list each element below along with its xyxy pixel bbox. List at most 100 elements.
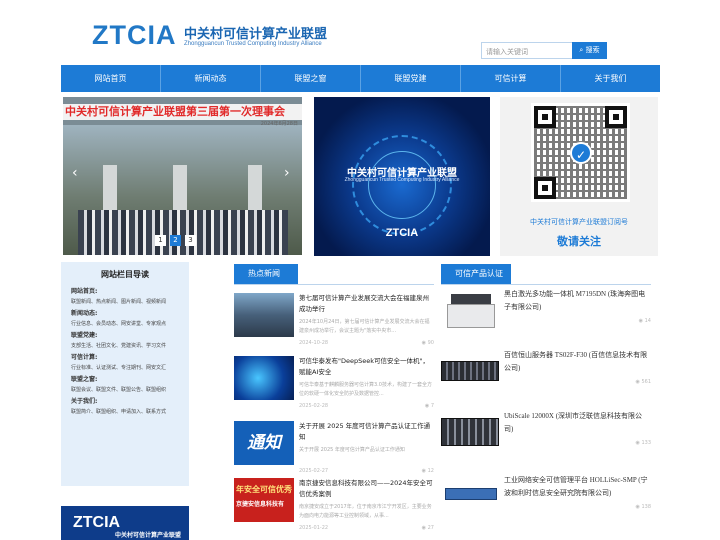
- footer-logo-mark: ZTCIA: [73, 514, 121, 531]
- news-title[interactable]: 南京捷安信息科技有限公司——2024年安全可信优秀案例: [299, 478, 434, 500]
- news-date: 2025-02-28: [299, 403, 329, 409]
- carousel-prev-icon[interactable]: ‹: [72, 165, 78, 181]
- eye-icon: ◉: [635, 379, 640, 385]
- view-count: ◉ 90: [421, 340, 434, 346]
- product-item[interactable]: 工业网络安全可信管理平台 HOLLiSec-SMP (宁波和利时信息安全研究院有…: [441, 474, 651, 532]
- eye-icon: ◉: [421, 468, 427, 474]
- product-cert-heading[interactable]: 可信产品认证: [441, 264, 511, 284]
- news-desc: 2024年10月24日，第七届可信计算产业发展交流大会在福建泉州成功举行，会议主…: [299, 319, 430, 334]
- hot-news-heading[interactable]: 热点新闻: [234, 264, 298, 284]
- server-image: [441, 349, 499, 393]
- news-date: 2025-01-22: [299, 525, 329, 531]
- view-count: ◉ 27: [421, 525, 434, 531]
- site-logo[interactable]: ZTCIA 中关村可信计算产业联盟 Zhongguancun Trusted C…: [92, 18, 342, 54]
- eye-icon: ◉: [638, 318, 644, 324]
- banner-date: 2024年6月28日: [260, 121, 298, 127]
- logo-en-name: Zhongguancun Trusted Computing Industry …: [184, 41, 322, 47]
- guide-section-links[interactable]: 联盟会议、联盟文件、联盟公告、联盟组织: [71, 383, 189, 394]
- guide-section-links[interactable]: 联盟简介、联盟组织、申请加入、联系方式: [71, 405, 189, 416]
- news-thumb: 年安全可信优秀 京捷安信息科技有: [234, 478, 294, 522]
- product-title[interactable]: 工业网络安全可信管理平台 HOLLiSec-SMP (宁波和利时信息安全研究院有…: [504, 474, 651, 500]
- view-count: ◉ 7: [424, 403, 434, 409]
- product-item[interactable]: 百信恒山服务器 TS02F-F30 (百信信息技术有限公司) ◉ 561: [441, 349, 651, 407]
- eye-icon: ◉: [421, 340, 427, 346]
- nav-item-trusted-computing[interactable]: 可信计算: [461, 65, 561, 92]
- footer-logo-cn: 中关村可信计算产业联盟: [115, 532, 182, 539]
- news-item[interactable]: 可信华泰发布"DeepSeek可信安全一体机"，赋能AI安全 可信华泰基于麒麟服…: [234, 356, 434, 411]
- main-nav: 网站首页 新闻动态 联盟之窗 联盟党建 可信计算 关于我们: [61, 65, 660, 92]
- qr-follow-text: 敬请关注: [557, 235, 601, 248]
- qr-code: ✓: [531, 103, 630, 202]
- logo-cn-name: 中关村可信计算产业联盟: [184, 27, 328, 42]
- search-button-label: 搜索: [585, 46, 600, 54]
- product-title[interactable]: 百信恒山服务器 TS02F-F30 (百信信息技术有限公司): [504, 349, 651, 375]
- eye-icon: ◉: [635, 504, 640, 510]
- eye-icon: ◉: [635, 440, 640, 446]
- view-count: ◉ 12: [421, 468, 434, 474]
- news-date: 2025-02-27: [299, 468, 329, 474]
- news-desc: 可信华泰基于麒麟服务器可信计算3.0技术，构建了一套全方位的软硬一体化安全防护及…: [299, 382, 432, 397]
- guide-section-links[interactable]: 行业信息、会员动态、网安讲堂、专家观点: [71, 317, 189, 328]
- carousel-dots: 1 2 3: [155, 235, 196, 246]
- nav-item-alliance-window[interactable]: 联盟之窗: [261, 65, 361, 92]
- guide-section-head: 关于我们:: [71, 398, 98, 405]
- product-item[interactable]: 黑白激光多功能一体机 M7195DN (珠海奔图电子有限公司) ◉ 14: [441, 288, 651, 346]
- view-count: ◉ 14: [638, 318, 651, 324]
- carousel-dot[interactable]: 1: [155, 235, 166, 246]
- carousel-dot-active[interactable]: 2: [170, 235, 181, 246]
- search-icon: ⌕: [579, 46, 584, 54]
- guide-section-head: 联盟党建:: [71, 332, 98, 339]
- banner-title: 中关村可信计算产业联盟第三届第一次理事会: [63, 104, 302, 120]
- news-item[interactable]: 第七届可信计算产业发展交流大会在福建泉州成功举行 2024年10月24日，第七届…: [234, 293, 434, 348]
- qr-caption: 中关村可信计算产业联盟订阅号: [530, 218, 628, 226]
- qr-panel: ✓ 中关村可信计算产业联盟订阅号 敬请关注: [500, 97, 658, 256]
- news-title[interactable]: 第七届可信计算产业发展交流大会在福建泉州成功举行: [299, 293, 434, 315]
- news-thumb: [234, 293, 294, 337]
- nav-item-about[interactable]: 关于我们: [561, 65, 660, 92]
- carousel-next-icon[interactable]: ›: [284, 165, 290, 181]
- news-title[interactable]: 可信华泰发布"DeepSeek可信安全一体机"，赋能AI安全: [299, 356, 434, 378]
- divider: [441, 284, 651, 285]
- nav-item-news[interactable]: 新闻动态: [161, 65, 261, 92]
- nav-item-party[interactable]: 联盟党建: [361, 65, 461, 92]
- news-item[interactable]: 年安全可信优秀 京捷安信息科技有 南京捷安信息科技有限公司——2024年安全可信…: [234, 478, 434, 533]
- news-date: 2024-10-28: [299, 340, 329, 346]
- news-thumb: [234, 356, 294, 400]
- carousel-dot[interactable]: 3: [185, 235, 196, 246]
- product-title[interactable]: 黑白激光多功能一体机 M7195DN (珠海奔图电子有限公司): [504, 288, 651, 314]
- guide-section-links[interactable]: 联盟新闻、热点新闻、图片新闻、视频新闻: [71, 295, 189, 306]
- view-count: ◉ 138: [635, 504, 651, 510]
- guide-section-head: 可信计算:: [71, 354, 98, 361]
- shield-icon: ✓: [570, 142, 592, 164]
- news-thumb: 通知: [234, 421, 294, 465]
- printer-image: [441, 288, 499, 332]
- news-title[interactable]: 关于开展 2025 年度可信计算产品认证工作通知: [299, 421, 434, 443]
- storage-image: [441, 410, 499, 454]
- guide-section-links[interactable]: 行业标准、认证测试、专注期刊、网安文汇: [71, 361, 189, 372]
- eye-icon: ◉: [424, 403, 430, 409]
- poster-en-name: Zhongguancun Trusted Computing Industry …: [344, 177, 460, 183]
- nav-item-home[interactable]: 网站首页: [61, 65, 161, 92]
- view-count: ◉ 561: [635, 379, 651, 385]
- news-item[interactable]: 通知 关于开展 2025 年度可信计算产品认证工作通知 关于开展 2025 年度…: [234, 421, 434, 476]
- news-desc: 南京捷安成立于2017年，位于南京市江宁开发区，主要业务为面向电力能源等工业控制…: [299, 504, 432, 519]
- logo-mark: ZTCIA: [92, 20, 177, 50]
- product-item[interactable]: UbiScale 12000X (深圳市泛联信息科技有限公司) ◉ 133: [441, 410, 651, 468]
- guide-section-head: 新闻动态:: [71, 310, 98, 317]
- product-title[interactable]: UbiScale 12000X (深圳市泛联信息科技有限公司): [504, 410, 651, 436]
- banner-carousel[interactable]: 中关村可信计算产业联盟第三届第一次理事会 2024年6月28日: [63, 97, 302, 255]
- alliance-poster[interactable]: 中关村可信计算产业联盟 Zhongguancun Trusted Computi…: [314, 97, 490, 256]
- news-desc: 关于开展 2025 年度可信计算产品认证工作通知: [299, 447, 405, 453]
- poster-mark: ZTCIA: [385, 227, 419, 239]
- eye-icon: ◉: [421, 525, 427, 531]
- appliance-image: [441, 474, 499, 518]
- footer-logo[interactable]: ZTCIA 中关村可信计算产业联盟: [61, 506, 189, 540]
- divider: [234, 284, 434, 285]
- guide-section-head: 网站首页:: [71, 288, 98, 295]
- search-button[interactable]: ⌕ 搜索: [572, 42, 607, 59]
- view-count: ◉ 133: [635, 440, 651, 446]
- guide-section-links[interactable]: 支部生活、社团文化、党建资讯、学习文件: [71, 339, 189, 350]
- guide-title: 网站栏目导读: [101, 270, 149, 279]
- site-guide: 网站栏目导读 网站首页: 联盟新闻、热点新闻、图片新闻、视频新闻 新闻动态: 行业信…: [61, 262, 189, 486]
- guide-section-head: 联盟之窗:: [71, 376, 98, 383]
